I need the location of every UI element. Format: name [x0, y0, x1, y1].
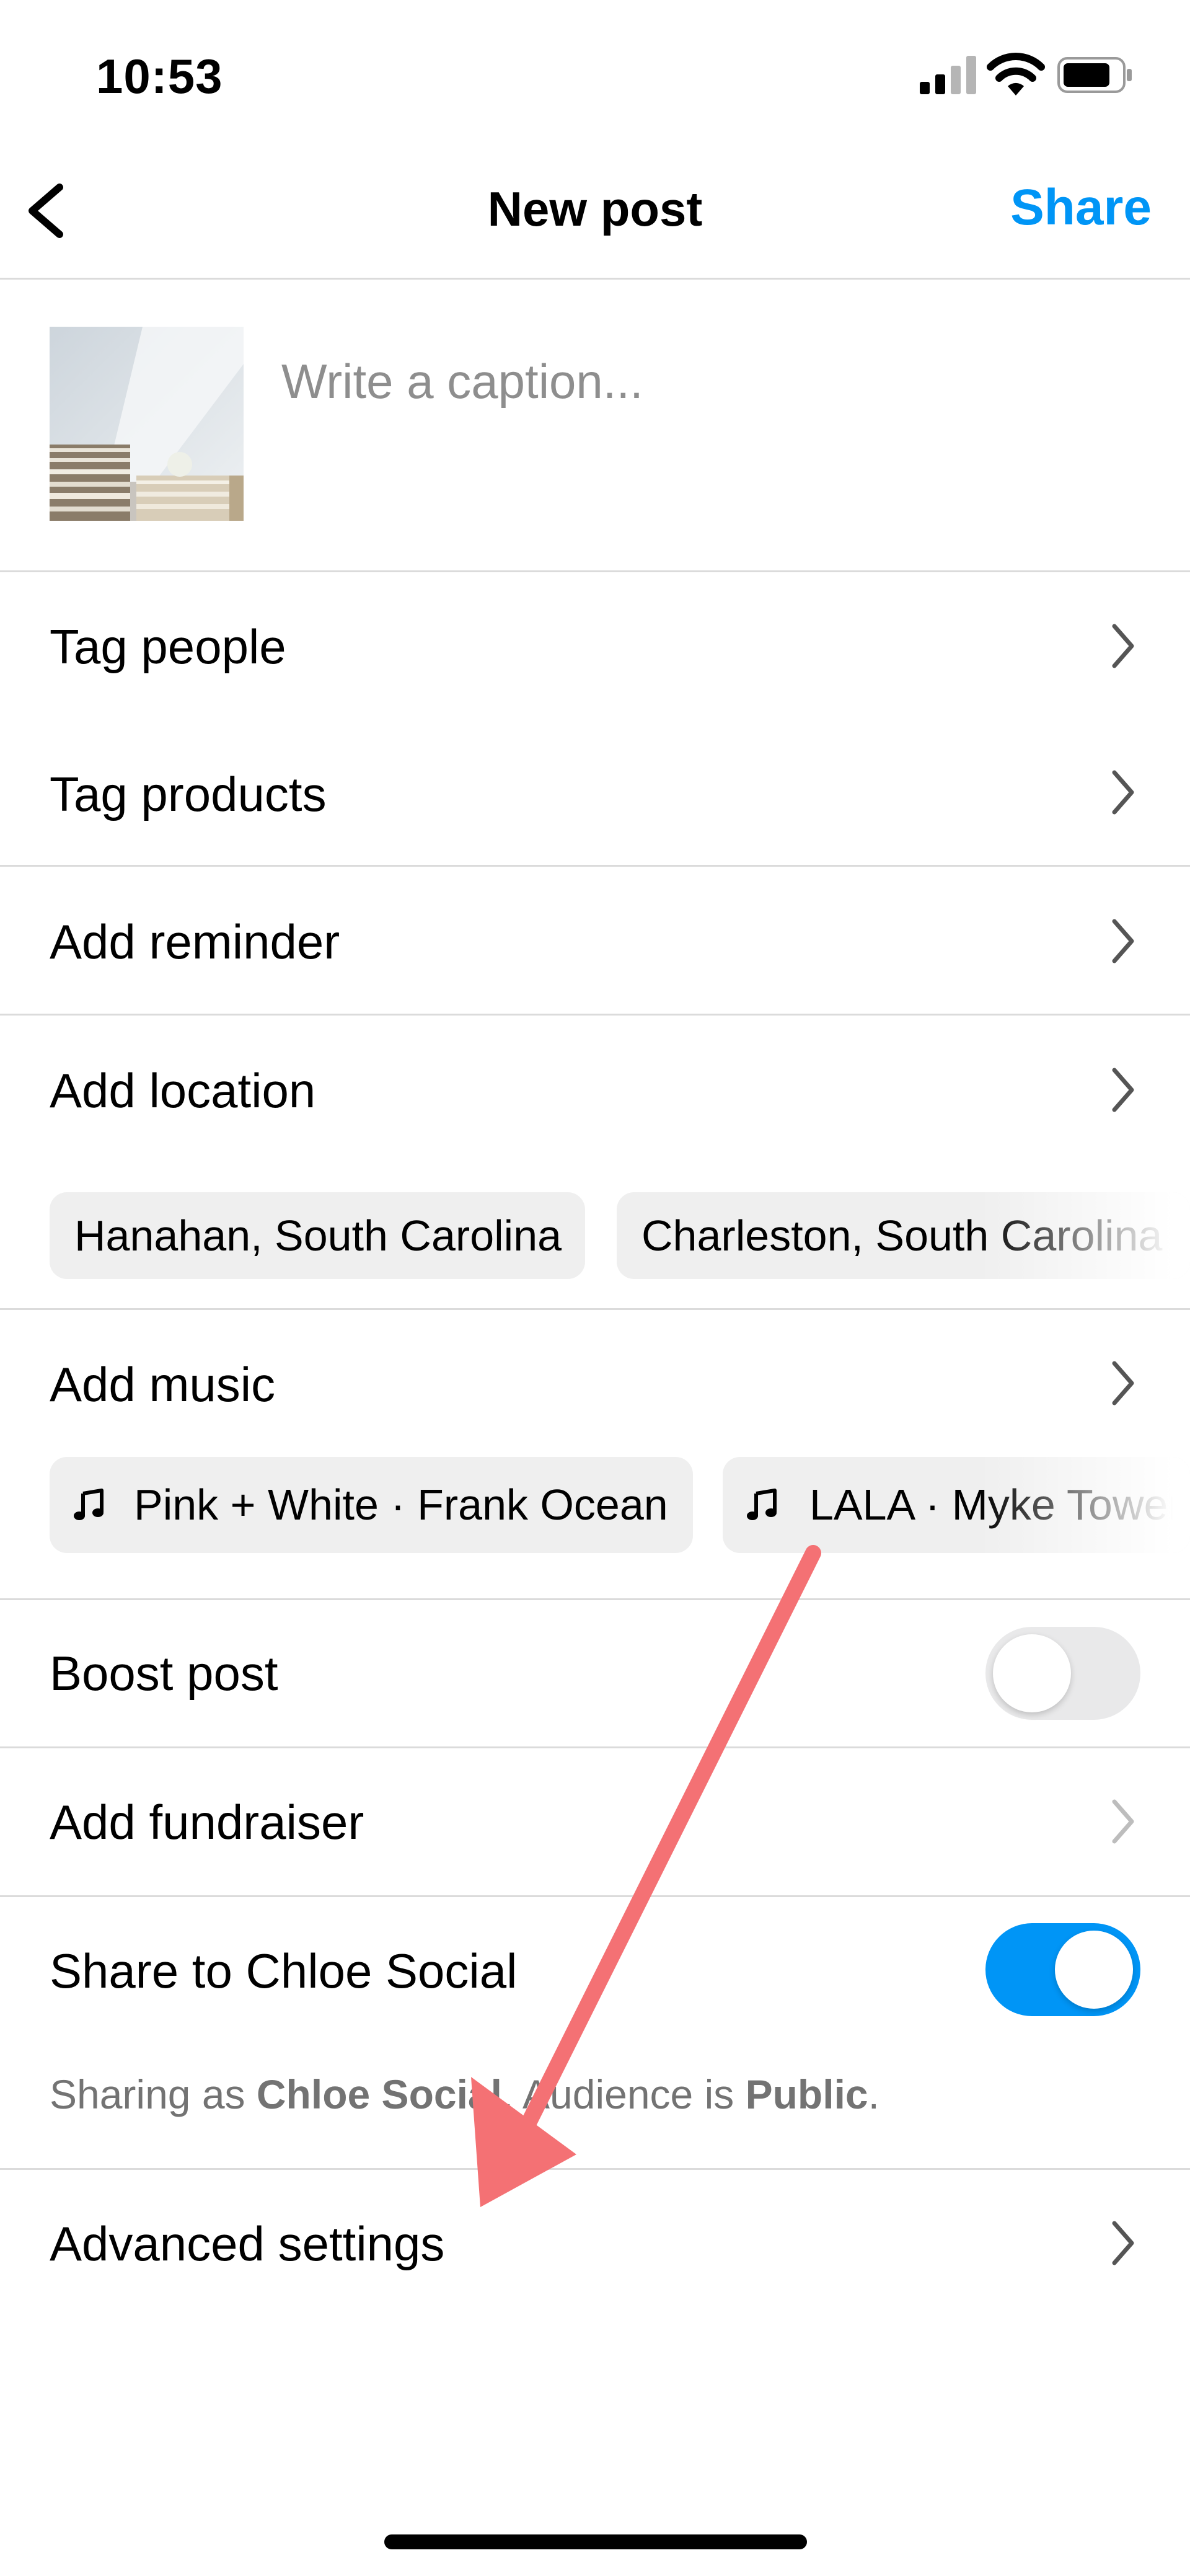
divider — [0, 1895, 1190, 1897]
post-thumbnail[interactable] — [50, 327, 244, 521]
add-music-row[interactable]: Add music — [50, 1357, 275, 1413]
music-chip[interactable]: LALA · Myke Towers — [723, 1457, 1190, 1553]
boost-post-toggle[interactable] — [985, 1627, 1140, 1720]
add-fundraiser-row[interactable]: Add fundraiser — [50, 1794, 364, 1851]
chevron-right-icon — [1112, 770, 1134, 815]
chevron-right-icon — [1112, 1799, 1134, 1844]
divider — [0, 278, 1190, 280]
advanced-settings-row[interactable]: Advanced settings — [50, 2216, 444, 2272]
boost-post-label: Boost post — [50, 1646, 278, 1701]
music-note-icon — [747, 1489, 777, 1520]
music-note-icon — [74, 1489, 104, 1520]
share-to-label: Share to Chloe Social — [50, 1944, 518, 1998]
wifi-icon — [987, 53, 1045, 95]
status-time: 10:53 — [96, 49, 223, 104]
divider — [0, 1746, 1190, 1748]
divider — [0, 570, 1190, 572]
chevron-right-icon — [1112, 919, 1134, 963]
chevron-right-icon — [1112, 2221, 1134, 2265]
divider — [0, 1308, 1190, 1310]
signal-icon — [920, 56, 976, 94]
chevron-right-icon — [1112, 1361, 1134, 1405]
add-reminder-row[interactable]: Add reminder — [50, 914, 340, 970]
music-chip[interactable]: Pink + White · Frank Ocean — [50, 1457, 693, 1553]
location-chip[interactable]: Charleston, South Carolina — [617, 1192, 1190, 1279]
toggle-knob — [1055, 1931, 1133, 2009]
divider — [0, 1598, 1190, 1600]
divider — [0, 2168, 1190, 2170]
share-to-toggle[interactable] — [985, 1923, 1140, 2016]
add-location-row[interactable]: Add location — [50, 1063, 315, 1119]
chevron-right-icon — [1112, 1068, 1134, 1112]
battery-icon — [1057, 57, 1132, 93]
toggle-knob — [993, 1634, 1071, 1712]
sharing-info: Sharing as Chloe Social. Audience is Pub… — [50, 2071, 879, 2117]
chevron-right-icon — [1112, 624, 1134, 668]
location-chip-label: Hanahan, South Carolina — [74, 1211, 562, 1260]
chip-fade — [979, 1457, 1190, 1553]
tag-products-row[interactable]: Tag products — [50, 766, 327, 823]
divider — [0, 865, 1190, 867]
home-indicator — [384, 2534, 807, 2549]
divider — [0, 1014, 1190, 1016]
share-button[interactable]: Share — [1010, 179, 1152, 237]
music-chip-label: Pink + White · Frank Ocean — [134, 1481, 668, 1529]
chip-fade — [979, 1192, 1190, 1279]
caption-input[interactable] — [281, 347, 1137, 415]
tag-people-row[interactable]: Tag people — [50, 619, 286, 675]
location-chip[interactable]: Hanahan, South Carolina — [50, 1192, 585, 1279]
